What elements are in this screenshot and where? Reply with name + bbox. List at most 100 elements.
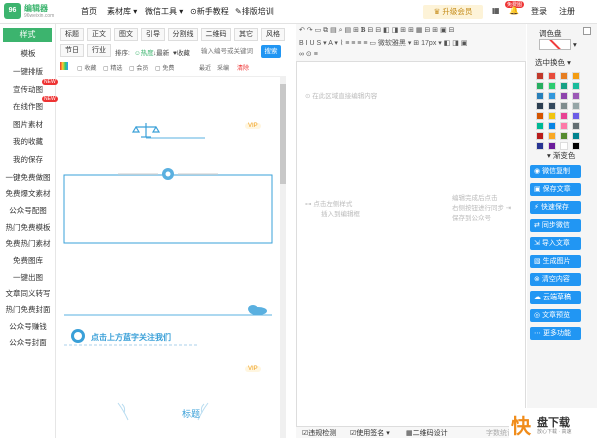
nav-tutorial[interactable]: ⊙新手教程	[190, 6, 229, 17]
tab-style[interactable]: 风格	[261, 28, 285, 41]
sidebar-style-tab[interactable]: 样式	[3, 28, 52, 42]
logo[interactable]: 96 编辑器 96weixin.com	[4, 2, 64, 21]
color-swatch[interactable]	[572, 132, 580, 140]
color-swatch[interactable]	[548, 112, 556, 120]
subfilter-recent[interactable]: 最近	[199, 63, 211, 72]
import-article-button[interactable]: ⇲ 导入文章	[530, 237, 581, 250]
signature-dropdown[interactable]: ☑使用签名 ▾	[350, 428, 390, 438]
subfilter-picked[interactable]: ▢ 精选	[103, 63, 122, 72]
subfilter-collect[interactable]: 采编	[217, 63, 229, 72]
color-swatch[interactable]	[536, 92, 544, 100]
color-dropdown-icon[interactable]: ▾	[573, 40, 577, 49]
login-link[interactable]: 登录	[531, 6, 547, 17]
toolbar-row-2[interactable]: B I U S ▾ A ▾ ⌇ ≡ ≡ ≡ ≡ ▭ 微软雅黑 ▾ ⊞ 17px …	[299, 38, 467, 50]
color-swatch[interactable]	[560, 142, 568, 150]
sidebar-item-account-cover[interactable]: 公众号封面	[0, 337, 56, 348]
sidebar-item-gallery[interactable]: 免费图库	[0, 255, 56, 266]
color-swatch[interactable]	[572, 112, 580, 120]
color-swatch[interactable]	[536, 122, 544, 130]
editor-area[interactable]: ⊙ 在此区域直接编辑内容 ⊶ 点击左侧样式 插入到编辑框 编辑完成后点击 右侧按…	[296, 62, 526, 426]
color-swatch[interactable]	[572, 72, 580, 80]
color-swatch[interactable]	[560, 102, 568, 110]
sidebar-item-saved[interactable]: 我的保存	[0, 154, 56, 165]
tab-other[interactable]: 其它	[234, 28, 258, 41]
sort-hot[interactable]: ☺热度	[134, 47, 154, 57]
search-button[interactable]: 搜索	[261, 45, 281, 58]
sidebar-item-gif[interactable]: 宣传动图	[0, 84, 56, 95]
color-picker-icon[interactable]	[60, 62, 68, 70]
nav-wechat-tools[interactable]: 微信工具 ▾	[145, 6, 183, 17]
save-article-button[interactable]: ▣ 保存文章	[530, 183, 581, 196]
sidebar-item-hot-materials[interactable]: 免费热门素材	[0, 238, 56, 249]
wechat-copy-button[interactable]: ◉ 微信复制	[530, 165, 581, 178]
cloud-draft-button[interactable]: ☁ 云端草稿	[530, 291, 581, 304]
sort-fav[interactable]: ♥收藏	[173, 47, 190, 57]
color-swatch[interactable]	[536, 142, 544, 150]
scroll-thumb[interactable]	[280, 84, 286, 184]
color-swatch[interactable]	[560, 112, 568, 120]
color-swatch[interactable]	[572, 142, 580, 150]
color-swatch[interactable]	[548, 142, 556, 150]
subfilter-fav[interactable]: ▢ 收藏	[77, 63, 96, 72]
color-swatch[interactable]	[548, 72, 556, 80]
sidebar-item-rewrite[interactable]: 文章同义转写	[0, 288, 56, 299]
style-preview[interactable]: VIP VIP 点击上方蓝字关注我们 标题	[58, 76, 284, 438]
clear-content-button[interactable]: ⊗ 清空内容	[530, 273, 581, 286]
sync-wechat-button[interactable]: ⇄ 同步微信	[530, 219, 581, 232]
tab-divider[interactable]: 分割线	[168, 28, 198, 41]
preview-article-button[interactable]: ◎ 文章预览	[530, 309, 581, 322]
tab-guide[interactable]: 引导	[141, 28, 165, 41]
tab-image-text[interactable]: 图文	[114, 28, 138, 41]
generate-image-button[interactable]: ▧ 生成图片	[530, 255, 581, 268]
color-swatch[interactable]	[548, 102, 556, 110]
search-input[interactable]	[201, 45, 259, 57]
apps-icon[interactable]: ▦	[492, 6, 500, 15]
current-color[interactable]	[539, 39, 571, 50]
color-swatch[interactable]	[560, 72, 568, 80]
color-swatch[interactable]	[548, 82, 556, 90]
nav-materials[interactable]: 素材库 ▾	[107, 6, 137, 17]
subfilter-clear[interactable]: 清除	[237, 63, 249, 72]
sidebar-item-online-design[interactable]: 在线作图	[0, 101, 56, 112]
tab-qrcode[interactable]: 二维码	[201, 28, 231, 41]
upgrade-button[interactable]: ♛ 升级会员	[423, 5, 483, 19]
sidebar-item-favorites[interactable]: 我的收藏	[0, 136, 56, 147]
color-swatch[interactable]	[548, 92, 556, 100]
more-functions-button[interactable]: ⋯ 更多功能	[530, 327, 581, 340]
gradient-label[interactable]: ▾ 渐变色	[547, 150, 575, 161]
preview-scrollbar[interactable]	[280, 76, 286, 438]
notification-icon[interactable]: 🔔	[509, 6, 519, 15]
color-swatch[interactable]	[548, 132, 556, 140]
palette-toggle[interactable]	[583, 27, 591, 35]
color-swatch[interactable]	[560, 132, 568, 140]
nav-home[interactable]: 首页	[81, 6, 97, 17]
tab-body[interactable]: 正文	[87, 28, 111, 41]
sidebar-item-quick-image[interactable]: 一键出图	[0, 272, 56, 283]
color-swatch[interactable]	[560, 92, 568, 100]
color-swatch[interactable]	[572, 82, 580, 90]
color-swatch[interactable]	[536, 132, 544, 140]
sort-new[interactable]: ↓最新	[153, 47, 169, 57]
color-swatch[interactable]	[536, 112, 544, 120]
toolbar-row-1[interactable]: ↶ ↷ ▭ ⧉ ▤ ⌕ ▤ ⊞ 𝐁 ⊟ ⊟ ◧ ◨ ⊞ ⊞ ▦ ⊟ ⊞ ▣ ⊟	[299, 26, 455, 38]
color-swatch[interactable]	[572, 102, 580, 110]
sidebar-item-free-design[interactable]: 一键免费做图	[0, 172, 56, 183]
sidebar-item-monetize[interactable]: 公众号赚钱	[0, 321, 56, 332]
subfilter-free[interactable]: ▢ 免费	[155, 63, 174, 72]
color-swatch[interactable]	[536, 82, 544, 90]
register-link[interactable]: 注册	[559, 6, 575, 17]
sidebar-item-free-templates[interactable]: 热门免费模板	[0, 222, 56, 233]
color-swatch[interactable]	[560, 82, 568, 90]
color-swatch[interactable]	[548, 122, 556, 130]
sidebar-item-free-covers[interactable]: 热门免费封面	[0, 304, 56, 315]
nav-training[interactable]: ✎排版培训	[235, 6, 274, 17]
sidebar-item-cover-image[interactable]: 公众号配图	[0, 205, 56, 216]
toolbar-row-3[interactable]: ∞ ⊙ ≡	[299, 50, 318, 62]
violation-check[interactable]: ☑违规检测	[302, 428, 336, 438]
color-swatch[interactable]	[572, 122, 580, 130]
sidebar-item-images[interactable]: 图片素材	[0, 119, 56, 130]
color-swatch[interactable]	[536, 102, 544, 110]
tab-title[interactable]: 标题	[60, 28, 84, 41]
sidebar-item-template[interactable]: 模板	[0, 48, 56, 59]
tab-industry[interactable]: 行业	[87, 44, 111, 57]
